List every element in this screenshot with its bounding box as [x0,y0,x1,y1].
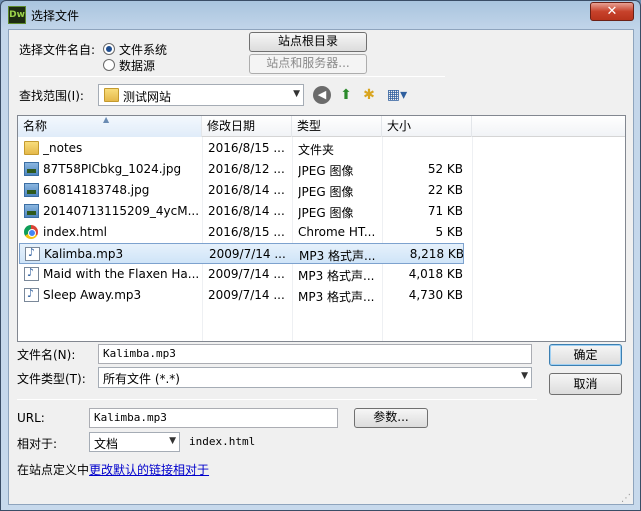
change-default-link[interactable]: 更改默认的链接相对于 [89,463,209,477]
file-dialog-window: Dw 选择文件 ✕ 选择文件名自: 文件系统 数据源 站点根目录 站点和服务器.… [0,0,641,511]
file-row[interactable]: 60814183748.jpg 2016/8/14 ... JPEG 图像 22 KB [19,180,464,201]
file-name-cell: _notes [43,141,83,155]
radio-file-system-label[interactable]: 文件系统 [119,41,167,58]
separator-bottom [17,399,537,400]
new-folder-icon[interactable]: ✱ [360,86,378,104]
file-date-cell: 2009/7/14 ... [208,288,285,302]
close-button[interactable]: ✕ [590,2,634,21]
relative-label: 相对于: [17,437,58,451]
file-type-cell: 文件夹 [298,143,335,157]
file-name-cell: index.html [43,225,107,239]
file-date-cell: 2016/8/12 ... [208,162,285,176]
folder-icon [24,141,39,155]
up-folder-icon[interactable]: ⬆ [337,86,355,104]
column-type-header[interactable]: 类型 [292,116,382,137]
file-date-cell: 2009/7/14 ... [208,267,285,281]
file-row[interactable]: index.html 2016/8/15 ... Chrome HT... 5 KB [19,222,464,243]
file-type-cell: MP3 格式声... [298,269,375,283]
lookin-value: 测试网站 [123,90,172,104]
file-name-cell: 87T58PICbkg_1024.jpg [43,162,182,176]
image-file-icon [24,183,39,197]
relative-value: 文档 [94,437,119,451]
separator-top [19,76,445,77]
file-name-cell: Kalimba.mp3 [44,247,124,261]
image-file-icon [24,204,39,218]
image-file-icon [24,162,39,176]
file-size-cell: 5 KB [435,225,463,239]
column-name-header[interactable]: 名称 ▲ [18,115,202,137]
url-label: URL: [17,411,45,425]
file-date-cell: 2016/8/15 ... [208,225,285,239]
file-name-cell: Maid with the Flaxen Ha... [43,267,198,281]
audio-file-icon [24,266,39,281]
file-list[interactable]: 名称 ▲ 修改日期 类型 大小 _notes 2016/8/15 ... 文件夹 87T… [17,115,626,342]
chrome-file-icon [24,225,38,239]
file-date-cell: 2016/8/15 ... [208,141,285,155]
audio-file-icon [24,287,39,302]
file-row[interactable]: Maid with the Flaxen Ha... 2009/7/14 ... M… [19,264,464,285]
dialog-client-area: 选择文件名自: 文件系统 数据源 站点根目录 站点和服务器... 查找范围(I)… [8,29,634,505]
relative-file-name: index.html [189,435,256,448]
relative-dropdown[interactable]: 文档 ▼ [89,432,180,452]
folder-icon [104,88,119,102]
sort-ascending-icon: ▲ [103,115,110,124]
file-row[interactable]: Kalimba.mp3 2009/7/14 ... MP3 格式声... 8,218 … [19,243,464,264]
filename-input[interactable]: Kalimba.mp3 [98,344,532,364]
filetype-label: 文件类型(T): [17,372,86,386]
cancel-button[interactable]: 取消 [549,373,622,395]
site-definition-prefix: 在站点定义中 [17,463,90,477]
filetype-dropdown[interactable]: 所有文件 (*.*) ▼ [98,367,532,388]
resize-grip-icon[interactable]: ⋰ [621,493,631,504]
audio-file-icon [25,246,40,261]
file-type-cell: JPEG 图像 [298,164,354,178]
file-type-cell: Chrome HT... [298,225,376,239]
file-date-cell: 2016/8/14 ... [208,183,285,197]
file-size-cell: 4,018 KB [408,267,463,281]
file-list-header: 名称 ▲ 修改日期 类型 大小 [18,115,625,137]
title-bar[interactable]: Dw 选择文件 ✕ [1,1,640,29]
column-divider [472,137,473,341]
file-date-cell: 2009/7/14 ... [209,247,286,261]
source-label: 选择文件名自: [19,43,96,57]
file-size-cell: 52 KB [427,162,463,176]
file-size-cell: 71 KB [427,204,463,218]
file-size-cell: 8,218 KB [409,247,464,261]
file-row[interactable]: 20140713115209_4ycM... 2016/8/14 ... JPEG … [19,201,464,222]
file-type-cell: MP3 格式声... [299,249,376,263]
filename-label: 文件名(N): [17,348,76,362]
url-input[interactable]: Kalimba.mp3 [89,408,338,428]
parameters-button[interactable]: 参数... [354,408,428,428]
window-title: 选择文件 [31,9,80,23]
file-row[interactable]: 87T58PICbkg_1024.jpg 2016/8/12 ... JPEG 图像… [19,159,464,180]
site-and-server-button[interactable]: 站点和服务器... [249,54,367,74]
site-definition-note: 在站点定义中更改默认的链接相对于 [17,461,209,478]
file-name-cell: Sleep Away.mp3 [43,288,142,302]
file-size-cell: 4,730 KB [408,288,463,302]
file-row[interactable]: _notes 2016/8/15 ... 文件夹 [19,138,464,159]
file-name-cell: 60814183748.jpg [43,183,150,197]
filetype-value: 所有文件 (*.*) [103,372,180,386]
dreamweaver-app-icon: Dw [8,6,26,24]
radio-data-source[interactable] [103,59,115,71]
column-size-header[interactable]: 大小 [382,116,472,137]
ok-button[interactable]: 确定 [549,344,622,366]
chevron-down-icon: ▼ [169,436,176,446]
back-icon[interactable]: ◀ [313,86,331,104]
view-menu-icon[interactable]: ▦▾ [384,86,410,104]
lookin-label: 查找范围(I): [19,89,84,103]
file-size-cell: 22 KB [427,183,463,197]
column-date-header[interactable]: 修改日期 [202,116,292,137]
site-root-button[interactable]: 站点根目录 [249,32,367,52]
chevron-down-icon: ▼ [293,89,300,99]
file-date-cell: 2016/8/14 ... [208,204,285,218]
file-type-cell: JPEG 图像 [298,185,354,199]
file-name-cell: 20140713115209_4ycM... [43,204,198,218]
file-row[interactable]: Sleep Away.mp3 2009/7/14 ... MP3 格式声... 4,7… [19,285,464,306]
file-type-cell: JPEG 图像 [298,206,354,220]
file-type-cell: MP3 格式声... [298,290,375,304]
lookin-dropdown[interactable]: 测试网站 ▼ [98,84,304,106]
radio-data-source-label[interactable]: 数据源 [119,57,155,74]
radio-file-system[interactable] [103,43,115,55]
chevron-down-icon: ▼ [521,371,528,381]
